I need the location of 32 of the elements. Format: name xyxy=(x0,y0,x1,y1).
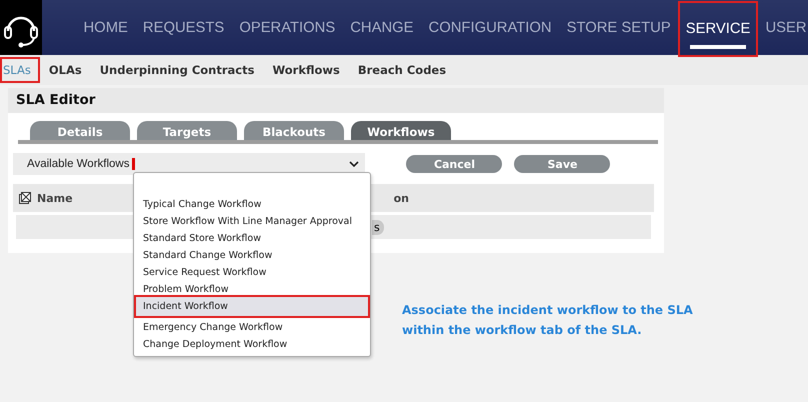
dropdown-option[interactable]: Incident Workflow xyxy=(134,295,370,318)
column-header: on xyxy=(394,192,409,204)
nav-tab[interactable]: STORE SETUP xyxy=(559,0,678,55)
subnav-link[interactable]: Workflows xyxy=(263,57,349,83)
dropdown-option[interactable]: Change Deployment Workflow xyxy=(134,333,370,352)
dropdown-option[interactable]: Emergency Change Workflow xyxy=(134,316,370,335)
editor-tab[interactable]: Workflows xyxy=(351,121,451,140)
nav-tab[interactable]: HOME xyxy=(76,0,136,55)
field-label: Available Workflows xyxy=(27,158,130,170)
dropdown-option[interactable]: Typical Change Workflow xyxy=(134,193,370,212)
nav-tab[interactable]: CONFIGURATION xyxy=(421,0,560,55)
nav-tab[interactable]: REQUESTS xyxy=(135,0,232,55)
dropdown-option[interactable]: Store Workflow With Line Manager Approval xyxy=(134,210,370,229)
column-header: Name xyxy=(37,192,73,204)
dropdown-option[interactable]: Problem Workflow xyxy=(134,278,370,297)
subnav-link[interactable]: Breach Codes xyxy=(348,57,456,83)
nav-tab[interactable]: OPERATIONS xyxy=(232,0,343,55)
annotation-text: Associate the incident workflow to the SLA within the workflow tab of the SLA. xyxy=(402,302,694,339)
action-button[interactable]: Cancel xyxy=(406,155,502,173)
nav-tab[interactable]: CHANGE xyxy=(342,0,422,55)
dropdown-option[interactable]: Service Request Workflow xyxy=(134,261,370,280)
dropdown-option[interactable]: Standard Change Workflow xyxy=(134,244,370,263)
panel-title: SLA Editor xyxy=(8,88,664,113)
nav-tab[interactable]: SERVICE xyxy=(678,1,758,57)
dropdown-option[interactable]: Standard Store Workflow xyxy=(134,227,370,246)
subnav-link[interactable]: Underpinning Contracts xyxy=(90,57,264,83)
nav-tab[interactable]: USER xyxy=(758,0,808,55)
row-button[interactable]: s xyxy=(372,220,384,234)
subnav-link[interactable]: OLAs xyxy=(40,57,91,83)
action-button[interactable]: Save xyxy=(514,155,610,173)
headset-logo-icon xyxy=(0,0,42,55)
checkbox-icon[interactable] xyxy=(19,192,31,204)
